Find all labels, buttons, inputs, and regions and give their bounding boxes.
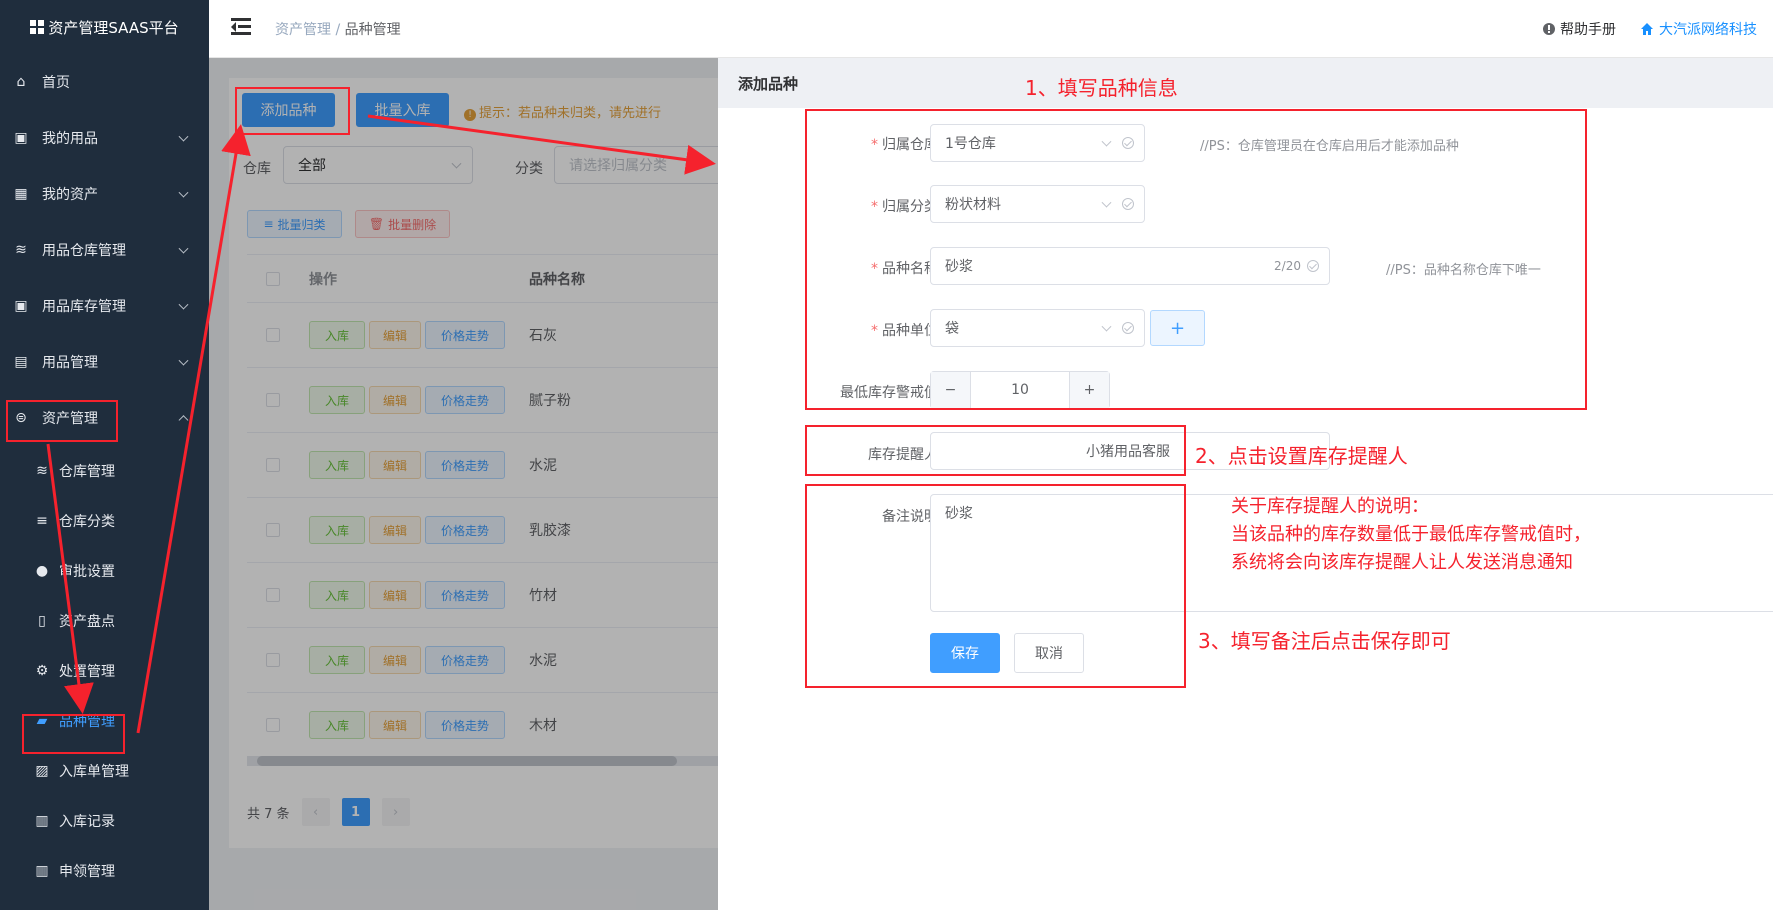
sidebar-subitem-label: 仓库管理 xyxy=(59,464,115,480)
app-brand[interactable]: 资产管理SAAS平台 xyxy=(0,0,209,54)
bag-icon: ▣ xyxy=(14,298,28,314)
chevron-down-icon xyxy=(178,131,189,142)
sidebar-subitem-label: 仓库分类 xyxy=(59,514,115,530)
sidebar-subitem-label: 处置管理 xyxy=(59,664,115,680)
sidebar-subitem-label: 入库记录 xyxy=(59,814,115,830)
sidebar-item-1[interactable]: ▣ 我的用品 xyxy=(0,110,209,166)
bag-icon: ▣ xyxy=(14,130,28,146)
sliders-icon: ≡ xyxy=(36,513,48,529)
annotation-note-3: 系统将会向该库存提醒人让人发送消息通知 xyxy=(1231,552,1573,573)
breadcrumb-current: 品种管理 xyxy=(344,22,401,38)
sidebar-item-label: 我的资产 xyxy=(42,187,98,203)
sidebar-subitem-8[interactable]: ▥ 申领管理 xyxy=(0,846,209,896)
sidebar-subitem-0[interactable]: ≋ 仓库管理 xyxy=(0,446,209,496)
sidebar-subitem-label: 申领管理 xyxy=(59,864,115,880)
sidebar-item-0[interactable]: ⌂ 首页 xyxy=(0,54,209,110)
company-link[interactable]: 大汽派网络科技 xyxy=(1640,19,1757,39)
sidebar-subitem-label: 审批设置 xyxy=(59,564,115,580)
sidebar-item-label: 用品仓库管理 xyxy=(42,243,126,259)
chevron-up-icon xyxy=(178,415,189,426)
home-icon xyxy=(1641,23,1653,35)
grid-logo-icon xyxy=(30,20,45,34)
document-icon: ▯ xyxy=(38,613,46,629)
database-icon: ≋ xyxy=(15,242,27,258)
annotation-note-2: 当该品种的库存数量低于最低库存警戒值时， xyxy=(1231,524,1591,545)
top-bar: 资产管理 / 品种管理 帮助手册 大汽派网络科技 xyxy=(209,0,1773,58)
chevron-down-icon xyxy=(178,243,189,254)
sidebar-item-label: 我的用品 xyxy=(42,131,98,147)
sidebar-subitem-7[interactable]: ▥ 入库记录 xyxy=(0,796,209,846)
building-icon: ▦ xyxy=(14,186,28,202)
company-label: 大汽派网络科技 xyxy=(1659,22,1757,38)
annotation-step3: 3、填写备注后点击保存即可 xyxy=(1198,629,1451,653)
sidebar-item-label: 用品库存管理 xyxy=(42,299,126,315)
drawer-title: 添加品种 xyxy=(718,58,1773,108)
chevron-down-icon xyxy=(178,299,189,310)
annotation-box-step3 xyxy=(805,484,1186,688)
breadcrumb-separator: / xyxy=(331,22,345,38)
sidebar-subitem-1[interactable]: ≡ 仓库分类 xyxy=(0,496,209,546)
annotation-box-step1 xyxy=(805,109,1587,410)
sidebar-item-3[interactable]: ≋ 用品仓库管理 xyxy=(0,222,209,278)
menu-toggle-icon[interactable] xyxy=(231,18,251,36)
help-icon xyxy=(1543,23,1555,35)
breadcrumb-root[interactable]: 资产管理 xyxy=(275,22,331,38)
help-link[interactable]: 帮助手册 xyxy=(1542,19,1616,39)
chevron-down-icon xyxy=(178,355,189,366)
clipboard-icon: ▥ xyxy=(35,813,49,829)
sidebar-subitem-label: 入库单管理 xyxy=(59,764,129,780)
sidebar-item-label: 首页 xyxy=(42,75,70,91)
sidebar-subitem-2[interactable]: ● 审批设置 xyxy=(0,546,209,596)
inbox-icon: ▤ xyxy=(14,354,28,370)
home-icon: ⌂ xyxy=(16,74,26,90)
clipboard-check-icon: ▨ xyxy=(35,763,49,779)
sidebar-subitem-label: 资产盘点 xyxy=(59,614,115,630)
sidebar-item-label: 用品管理 xyxy=(42,355,98,371)
annotation-box-asset-menu xyxy=(6,400,118,442)
gear-icon: ⚙ xyxy=(35,663,49,679)
sidebar: 资产管理SAAS平台 ⌂ 首页 ▣ 我的用品 ▦ 我的资产 ≋ 用品仓库管理 ▣ 用品库存管理 ▤ 用… xyxy=(0,0,209,910)
help-label: 帮助手册 xyxy=(1560,22,1616,38)
user-icon: ● xyxy=(35,563,49,579)
app-title: 资产管理SAAS平台 xyxy=(48,18,179,37)
annotation-box-add-button xyxy=(235,87,350,135)
modal-overlay[interactable] xyxy=(209,58,718,910)
annotation-box-variety-menu xyxy=(22,714,125,754)
sidebar-item-2[interactable]: ▦ 我的资产 xyxy=(0,166,209,222)
annotation-step2: 2、点击设置库存提醒人 xyxy=(1195,444,1408,468)
breadcrumb: 资产管理 / 品种管理 xyxy=(275,19,401,39)
database-icon: ≋ xyxy=(36,463,48,479)
annotation-box-step2 xyxy=(805,425,1186,476)
sidebar-item-4[interactable]: ▣ 用品库存管理 xyxy=(0,278,209,334)
annotation-step1: 1、填写品种信息 xyxy=(1025,76,1178,100)
chevron-down-icon xyxy=(178,187,189,198)
annotation-note-1: 关于库存提醒人的说明： xyxy=(1231,496,1429,517)
sidebar-subitem-3[interactable]: ▯ 资产盘点 xyxy=(0,596,209,646)
sidebar-item-5[interactable]: ▤ 用品管理 xyxy=(0,334,209,390)
sidebar-subitem-4[interactable]: ⚙ 处置管理 xyxy=(0,646,209,696)
clipboard-icon: ▥ xyxy=(35,863,49,879)
